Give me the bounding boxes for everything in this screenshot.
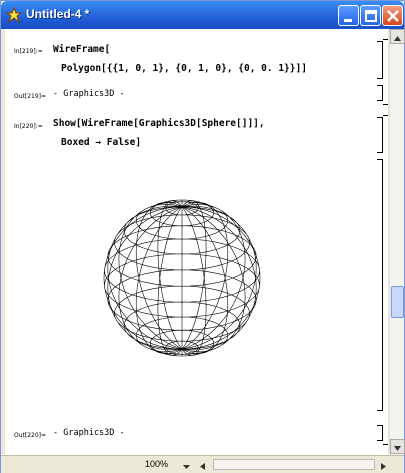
- scroll-right-button[interactable]: [377, 458, 389, 471]
- input-line-220a[interactable]: Show[WireFrame[Graphics3D[Sphere[]]],: [53, 118, 265, 129]
- zoom-level[interactable]: 100%: [145, 459, 168, 469]
- vertical-scrollbar[interactable]: [389, 29, 405, 455]
- close-icon: [387, 10, 399, 22]
- arrow-up-icon: [394, 36, 401, 41]
- output-219: - Graphics3D -: [53, 89, 125, 99]
- output-label-220: Out[220]=: [14, 432, 47, 439]
- vertical-scroll-thumb[interactable]: [391, 286, 404, 318]
- mathematica-icon[interactable]: [5, 6, 23, 24]
- sphere-mesh-lines: [103, 199, 261, 357]
- scroll-left-button[interactable]: [197, 458, 209, 471]
- minimize-icon: [344, 19, 352, 22]
- input-line-219a[interactable]: WireFrame[: [53, 44, 110, 55]
- window-title: Untitled-4 *: [26, 7, 90, 21]
- title-bar[interactable]: Untitled-4 *: [1, 1, 404, 29]
- input-line-219b[interactable]: Polygon[{{1, 0, 1}, {0, 1, 0}, {0, 0. 1}…: [61, 63, 307, 74]
- maximize-button[interactable]: [360, 5, 381, 26]
- notebook-content[interactable]: In[219]:= WireFrame[ Polygon[{{1, 0, 1},…: [5, 29, 388, 455]
- arrow-right-icon: [381, 463, 386, 470]
- wireframe-sphere-graphic[interactable]: [97, 193, 267, 363]
- input-label-220: In[220]:=: [14, 123, 43, 130]
- input-label-219: In[219]:=: [14, 48, 43, 55]
- status-bar: 100%: [1, 455, 404, 473]
- output-220: - Graphics3D -: [53, 428, 125, 438]
- group-bracket-220[interactable]: [383, 115, 388, 445]
- minimize-button[interactable]: [338, 5, 359, 26]
- zoom-menu-button[interactable]: [181, 458, 193, 471]
- arrow-down-icon: [183, 465, 190, 469]
- horizontal-scrollbar[interactable]: [213, 459, 375, 470]
- close-button[interactable]: [382, 5, 403, 26]
- input-line-220b[interactable]: Boxed → False]: [61, 137, 141, 148]
- arrow-left-icon: [200, 463, 205, 470]
- scroll-down-button[interactable]: [390, 439, 405, 454]
- arrow-down-icon: [394, 446, 401, 451]
- maximize-icon: [365, 10, 377, 22]
- notebook-window: Untitled-4 * In[219]:= WireFrame[ Polygo…: [0, 0, 405, 473]
- output-label-219: Out[219]=: [14, 93, 47, 100]
- scroll-up-button[interactable]: [390, 29, 405, 44]
- group-bracket-219[interactable]: [383, 39, 388, 105]
